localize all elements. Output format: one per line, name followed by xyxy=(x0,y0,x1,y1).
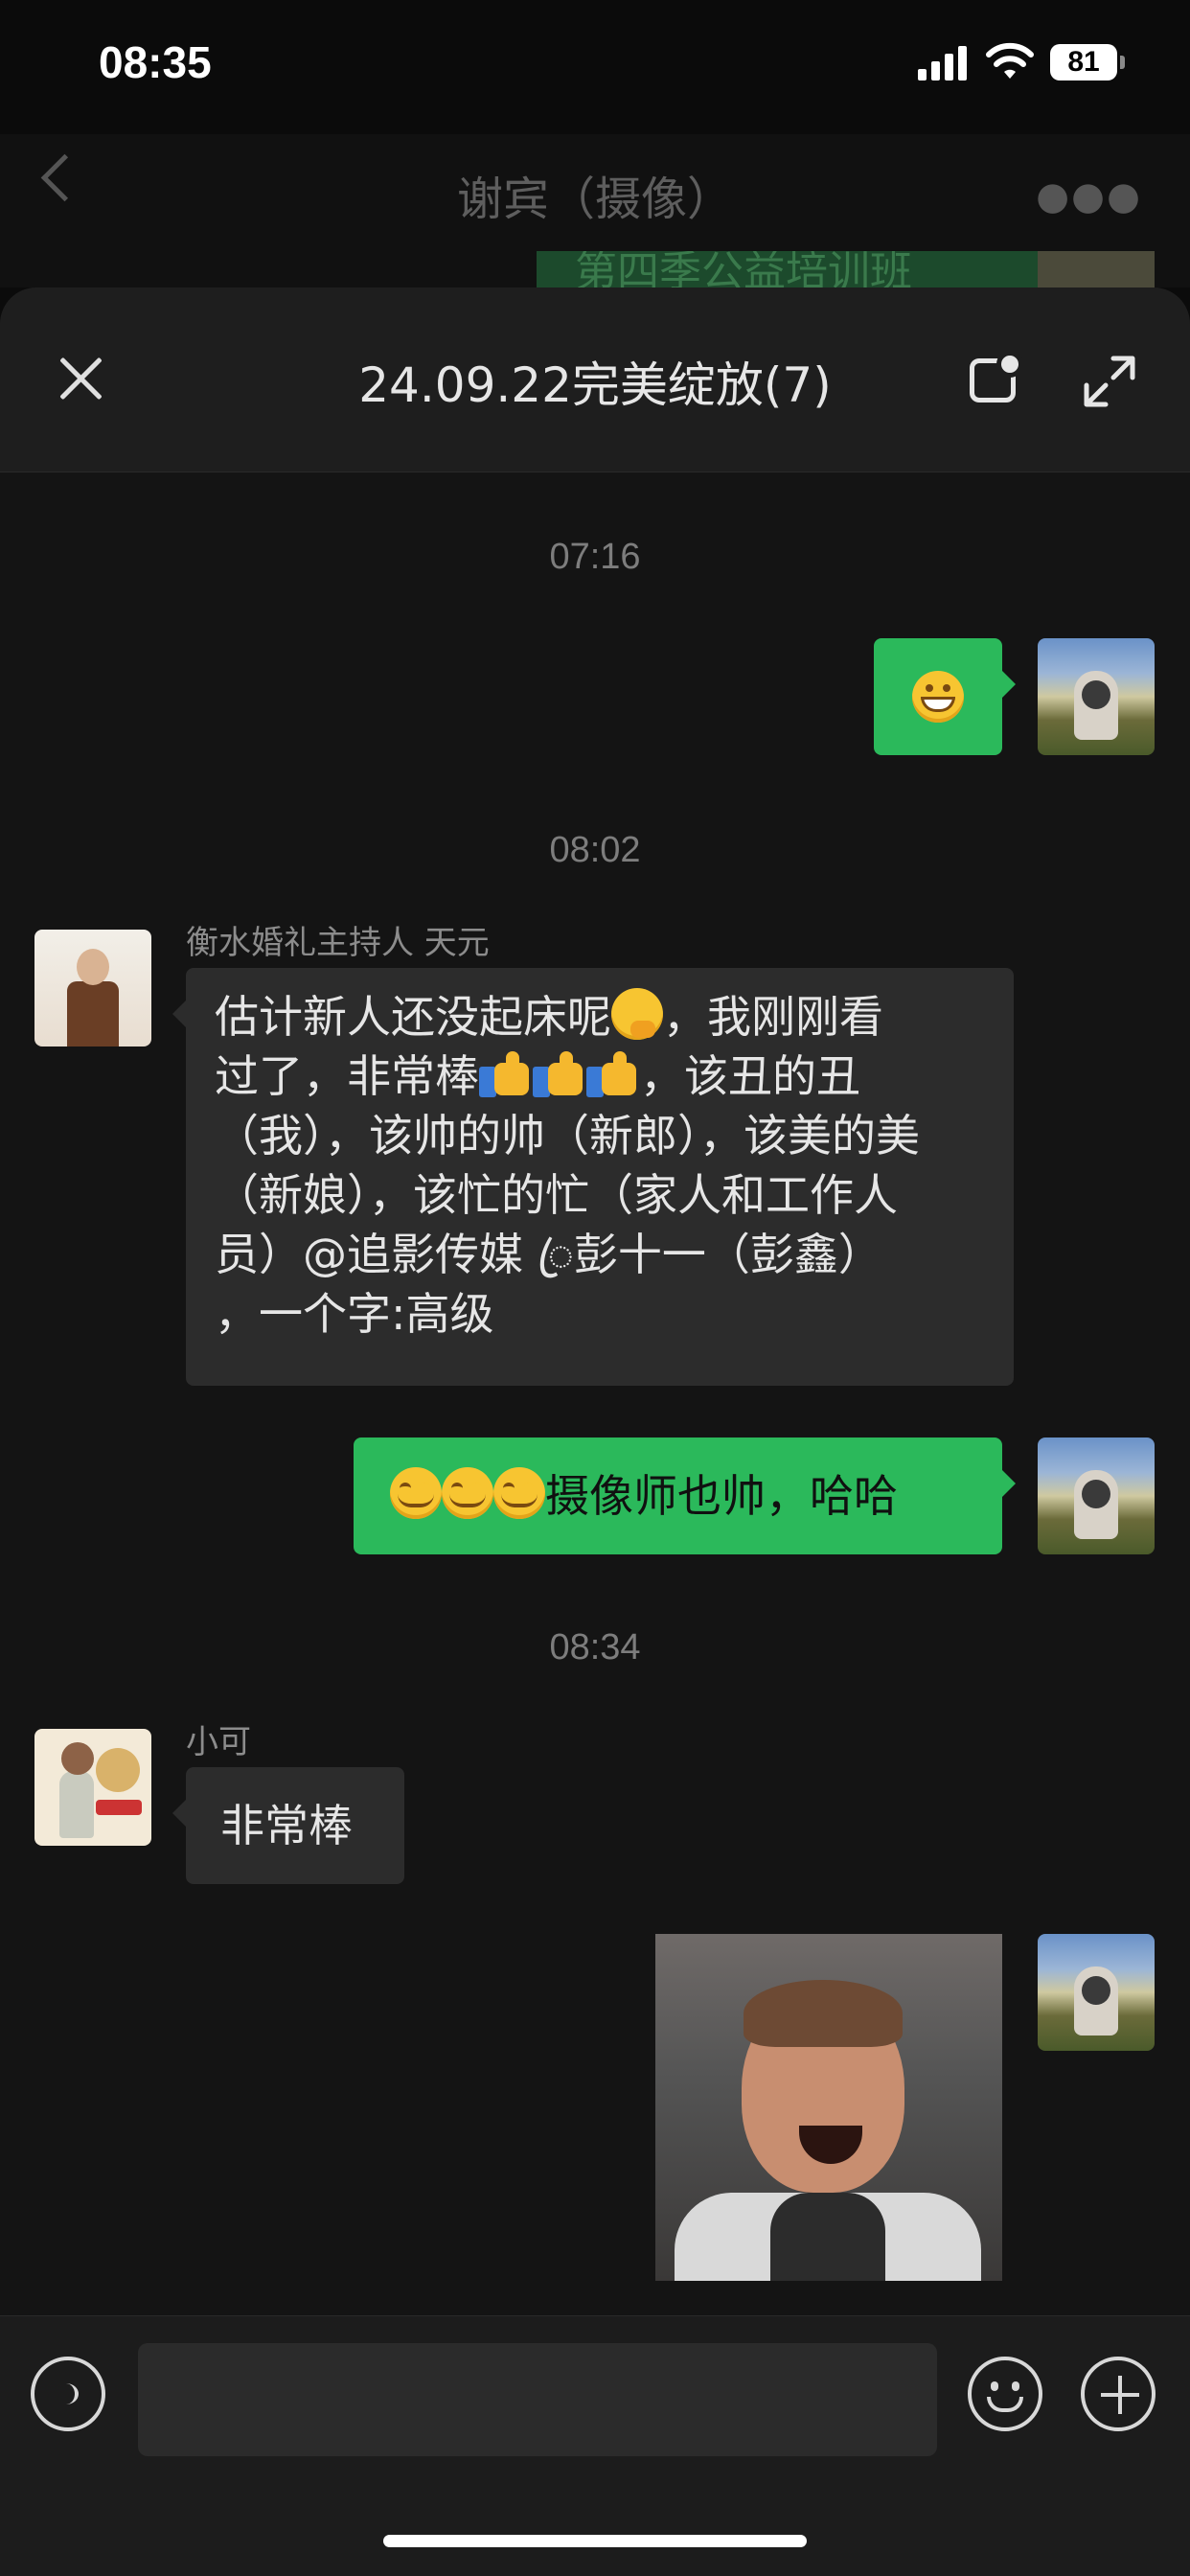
wifi-icon xyxy=(986,42,1034,79)
thinking-face-emoji-icon xyxy=(611,988,663,1040)
thumbs-up-icon xyxy=(533,1051,586,1097)
thumbs-up-icon xyxy=(479,1051,533,1097)
status-bar: 08:35 81 xyxy=(0,0,1190,134)
background-chat-title: 谢宾（摄像） xyxy=(456,172,733,226)
cellular-signal-icon xyxy=(918,46,968,80)
background-avatar xyxy=(1038,251,1155,289)
plus-icon[interactable] xyxy=(1081,2357,1156,2431)
message-bubble-self[interactable]: 摄像师也帅，哈哈 xyxy=(354,1438,1016,1554)
status-time: 08:35 xyxy=(99,37,212,87)
message-line: 过了，非常棒 ，该丑的丑 xyxy=(215,1050,860,1102)
message-line: 员）@追影传媒 ꦿ彭十一（彭鑫） xyxy=(215,1229,882,1280)
more-icon[interactable]: ●●● xyxy=(1036,174,1142,218)
home-indicator[interactable] xyxy=(383,2535,807,2547)
message-line: ，一个字:高级 xyxy=(215,1288,494,1340)
avatar-self[interactable] xyxy=(1038,1934,1155,2051)
sheet-header: 24.09.22完美绽放(7) xyxy=(0,288,1190,472)
message-text: 摄像师也帅，哈哈 xyxy=(545,1470,898,1522)
blushing-face-emoji-icon xyxy=(442,1467,493,1519)
message-line: （新娘），该忙的忙（家人和工作人 xyxy=(215,1169,898,1221)
emoji-icon[interactable] xyxy=(968,2357,1042,2431)
laughing-man-sticker-image[interactable] xyxy=(655,1934,1002,2281)
thumbs-up-icon xyxy=(586,1051,640,1097)
background-message-peek: 第四季公益培训班 xyxy=(537,251,1054,289)
message-bubble-self[interactable] xyxy=(874,638,1016,755)
sender-name: 小可 xyxy=(186,1723,251,1761)
avatar-self[interactable] xyxy=(1038,1438,1155,1554)
message-line: （我），该帅的帅（新郎），该美的美 xyxy=(215,1110,920,1162)
avatar-self[interactable] xyxy=(1038,638,1155,755)
avatar-xiaoke[interactable] xyxy=(34,1729,151,1846)
float-window-icon[interactable] xyxy=(970,351,1023,402)
timestamp: 08:34 xyxy=(549,1627,641,1668)
sender-name: 衡水婚礼主持人 天元 xyxy=(186,924,490,962)
timestamp: 07:16 xyxy=(549,537,641,577)
blushing-face-emoji-icon xyxy=(390,1467,442,1519)
voice-icon[interactable] xyxy=(31,2357,105,2431)
message-bubble-tianyuan[interactable]: 估计新人还没起床呢 ，我刚刚看 过了，非常棒 ，该丑的丑 （我），该帅的帅（新郎），… xyxy=(172,968,1014,1386)
battery-indicator: 81 xyxy=(1050,44,1125,80)
message-input[interactable] xyxy=(138,2343,937,2456)
timestamp: 08:02 xyxy=(549,830,641,870)
message-line: 估计新人还没起床呢 ，我刚刚看 xyxy=(215,987,985,1046)
avatar-tianyuan[interactable] xyxy=(34,930,151,1046)
chat-sheet: 24.09.22完美绽放(7) 07:16 08:02 衡水婚礼主持人 天元 估… xyxy=(0,288,1190,2576)
message-bubble-xiaoke[interactable]: 非常棒 xyxy=(172,1767,404,1884)
blushing-face-emoji-icon xyxy=(493,1467,545,1519)
expand-icon[interactable] xyxy=(1083,355,1136,408)
grinning-face-emoji-icon xyxy=(912,671,964,723)
